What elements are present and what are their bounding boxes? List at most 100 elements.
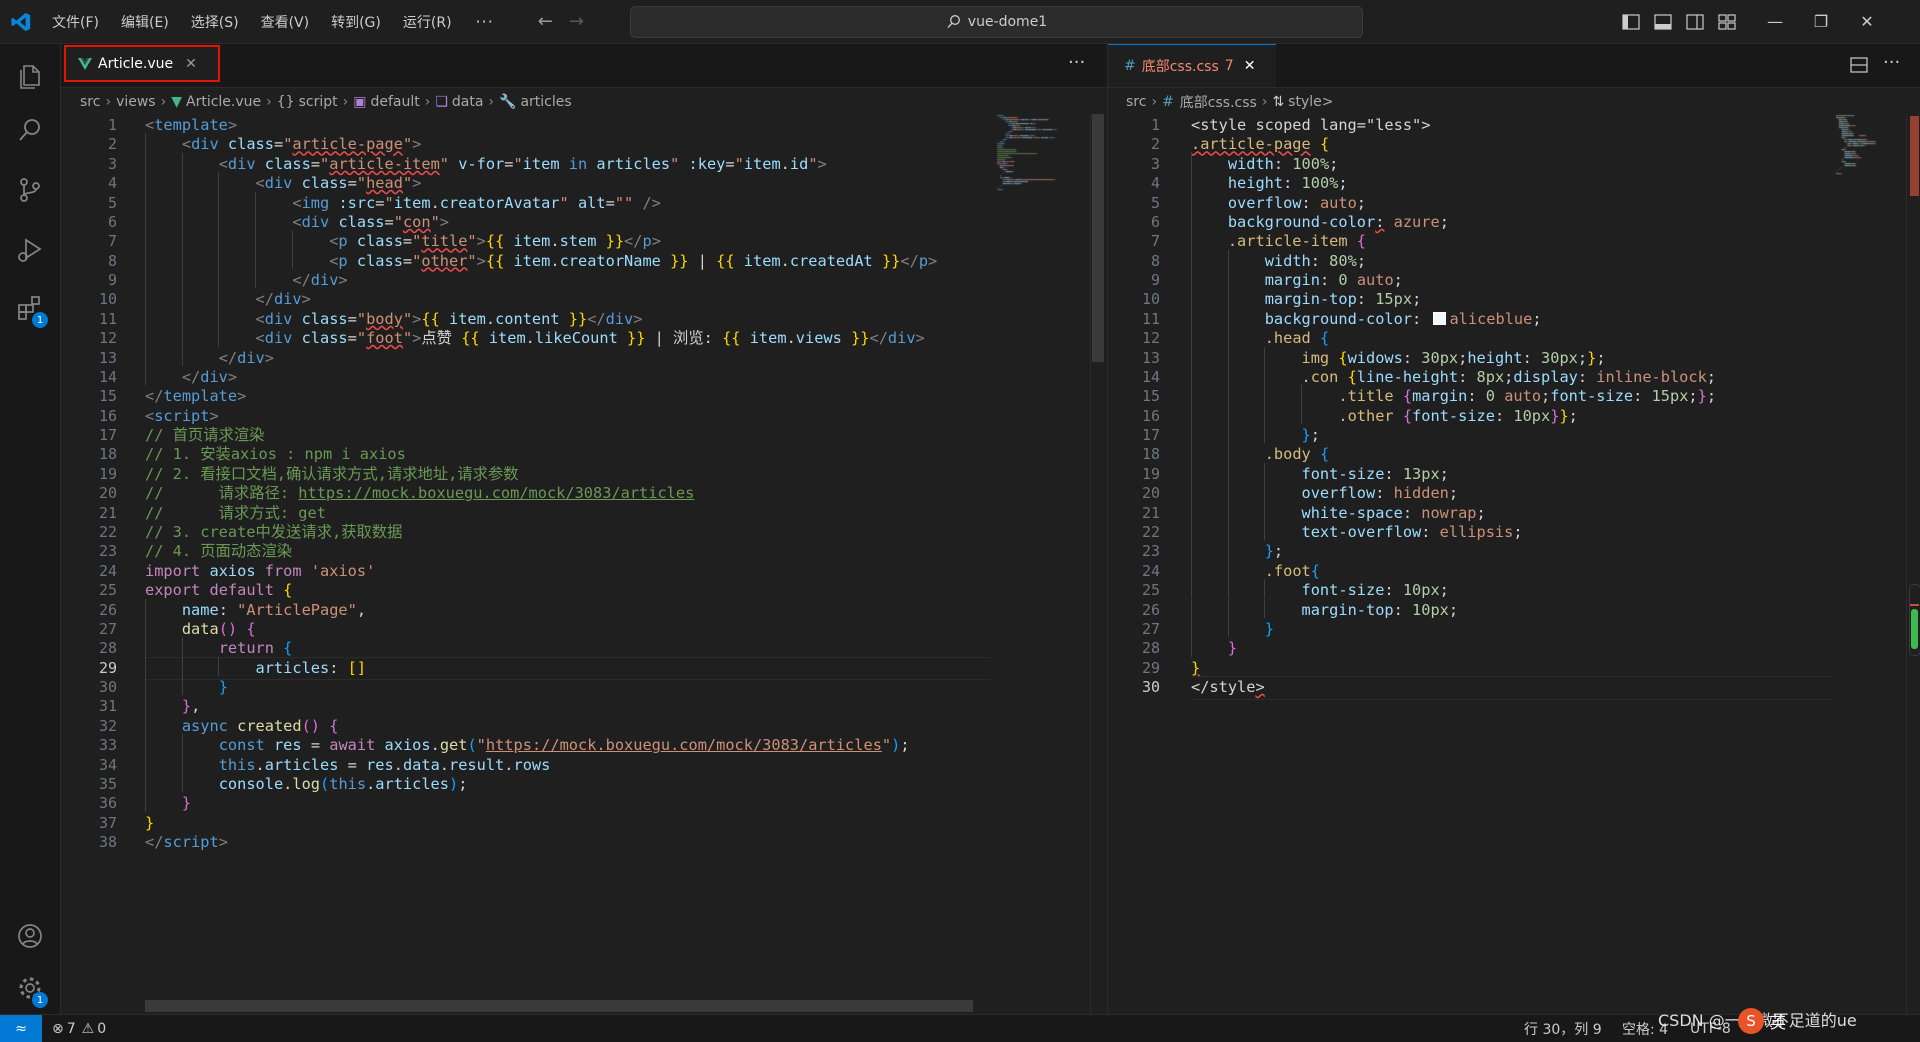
- indent-guide: [1227, 385, 1229, 405]
- ime-mode: 英: [1770, 1012, 1787, 1032]
- tab-article-vue[interactable]: Article.vue ✕: [64, 45, 220, 82]
- breadcrumb-src[interactable]: src: [1126, 94, 1146, 110]
- accounts-icon[interactable]: [0, 910, 60, 962]
- code-token: img: [1301, 348, 1330, 367]
- menu-selection[interactable]: 选择(S): [191, 12, 239, 32]
- code-token: </: [218, 348, 238, 367]
- breadcrumb-style[interactable]: style>: [1288, 94, 1333, 110]
- menu-view[interactable]: 查看(V): [261, 12, 310, 32]
- indent-guide: [1301, 385, 1303, 405]
- minimize-icon[interactable]: —: [1752, 0, 1798, 43]
- code-token: axios: [384, 736, 431, 755]
- code-token: :: [1402, 348, 1422, 367]
- indent-guide: [145, 152, 146, 173]
- code-token: :: [1319, 271, 1339, 290]
- code-token: height: [1227, 174, 1284, 193]
- right-minimap[interactable]: [1834, 114, 1904, 184]
- toggle-secondary-sidebar-icon[interactable]: [1686, 13, 1704, 30]
- indent-guide: [1264, 424, 1266, 444]
- breadcrumb-src[interactable]: src: [80, 94, 100, 110]
- close-window-icon[interactable]: ✕: [1844, 0, 1890, 43]
- code-token: res: [273, 736, 302, 755]
- code-token: in: [568, 154, 588, 173]
- code-token: ;: [1596, 348, 1606, 367]
- left-code-area[interactable]: <template> <div class="article-page"> <d…: [145, 114, 990, 1014]
- close-tab-icon[interactable]: ✕: [1244, 58, 1256, 74]
- breadcrumb-views[interactable]: views: [116, 94, 156, 110]
- search-view-icon[interactable]: [0, 104, 60, 156]
- toggle-panel-icon[interactable]: [1654, 13, 1672, 30]
- indent-guide: [181, 307, 183, 328]
- code-token: axios: [209, 561, 256, 580]
- more-actions-icon[interactable]: ···: [1068, 52, 1085, 73]
- breadcrumb-data[interactable]: data: [452, 94, 484, 110]
- cursor-position[interactable]: 行 30，列 9: [1524, 1015, 1602, 1042]
- indent-guide: [145, 714, 146, 735]
- color-swatch[interactable]: [1433, 311, 1447, 325]
- restore-icon[interactable]: ❐: [1798, 0, 1844, 43]
- menu-edit[interactable]: 编辑(E): [121, 12, 169, 32]
- code-token: nowrap: [1421, 503, 1477, 522]
- breadcrumb-file[interactable]: 底部css.css: [1180, 92, 1257, 112]
- run-debug-icon[interactable]: [0, 224, 60, 276]
- status-bar: ≈ ⊗ 7 ⚠ 0 行 30，列 9 空格: 4 UTF-8 CSDN @一个微…: [0, 1007, 1920, 1042]
- tab-css-file[interactable]: # 底部css.css 7 ✕: [1108, 44, 1276, 87]
- problems-indicator[interactable]: ⊗ 7 ⚠ 0: [52, 1015, 106, 1042]
- code-token: :: [1384, 464, 1403, 483]
- menu-go[interactable]: 转到(G): [331, 12, 381, 32]
- breadcrumb-file[interactable]: Article.vue: [186, 94, 261, 110]
- code-token: div: [200, 367, 228, 386]
- forward-arrow-icon[interactable]: →: [569, 11, 584, 32]
- code-token: auto: [1319, 193, 1357, 212]
- command-center-search[interactable]: vue-dome1: [630, 6, 1363, 38]
- left-horizontal-scrollbar[interactable]: [145, 1000, 973, 1012]
- manage-gear-icon[interactable]: 1: [0, 962, 60, 1014]
- code-token: =: [347, 309, 357, 328]
- code-token: ": [356, 329, 367, 348]
- code-token: .foot: [1264, 561, 1311, 580]
- remote-indicator-icon[interactable]: ≈: [0, 1015, 42, 1042]
- code-token: default: [209, 581, 274, 600]
- code-token: widows: [1347, 348, 1403, 367]
- menu-run[interactable]: 运行(R): [403, 12, 452, 32]
- code-token: >: [439, 212, 450, 231]
- code-token: ": [476, 736, 486, 755]
- customize-layout-icon[interactable]: [1718, 13, 1736, 30]
- problem-count: 7: [1224, 58, 1234, 74]
- left-minimap[interactable]: [995, 114, 1090, 314]
- indent-guide: [1191, 424, 1192, 444]
- code-token: item: [522, 154, 560, 173]
- code-token: <: [292, 193, 302, 212]
- more-actions-icon[interactable]: ···: [1883, 52, 1900, 73]
- explorer-icon[interactable]: [0, 50, 60, 102]
- indent-guide: [181, 230, 183, 250]
- menu-more-button[interactable]: ···: [476, 12, 494, 31]
- right-code-area[interactable]: <style scoped lang="less"> .article-page …: [1191, 114, 1831, 1014]
- source-control-icon[interactable]: [0, 164, 60, 216]
- right-scrollbar[interactable]: [1906, 114, 1920, 1014]
- breadcrumb-articles[interactable]: articles: [520, 94, 571, 110]
- search-icon: [947, 15, 960, 28]
- back-arrow-icon[interactable]: ←: [538, 11, 553, 32]
- code-token: ": [808, 154, 818, 173]
- left-tabs-bar: Article.vue ✕ ···: [61, 44, 1107, 88]
- code-token: :: [1356, 290, 1376, 309]
- toggle-primary-sidebar-icon[interactable]: [1622, 13, 1640, 30]
- code-token: 15px: [1651, 387, 1689, 406]
- breadcrumb-script[interactable]: script: [299, 94, 338, 110]
- split-editor-icon[interactable]: [1850, 57, 1868, 73]
- extensions-icon[interactable]: 1: [0, 282, 60, 334]
- left-scrollbar[interactable]: [1090, 114, 1105, 1014]
- close-tab-icon[interactable]: ✕: [185, 56, 197, 72]
- indent-guide: [1227, 520, 1229, 541]
- breadcrumb-default[interactable]: default: [370, 94, 419, 110]
- code-token: ;: [1458, 348, 1468, 367]
- code-token: line-height: [1356, 367, 1459, 386]
- style-icon: ⇅: [1272, 94, 1285, 110]
- css-file-icon: #: [1162, 94, 1174, 110]
- menu-file[interactable]: 文件(F): [52, 12, 99, 32]
